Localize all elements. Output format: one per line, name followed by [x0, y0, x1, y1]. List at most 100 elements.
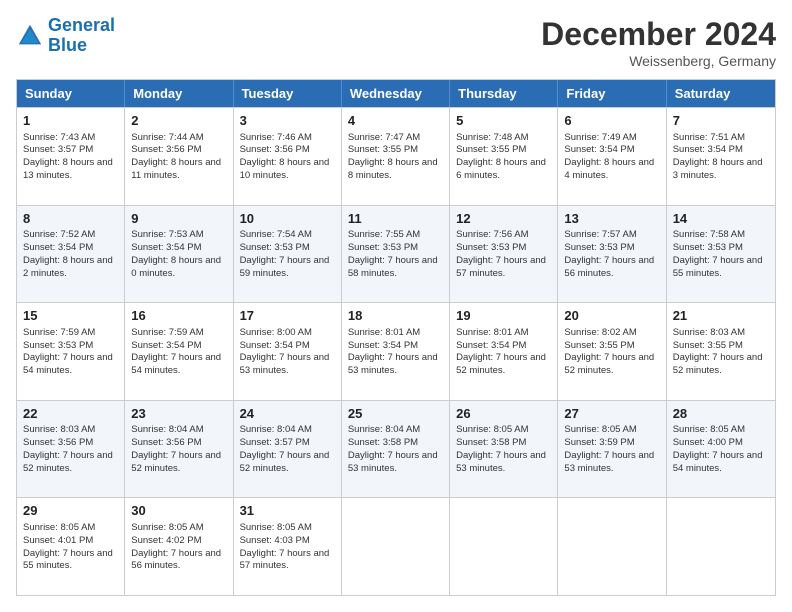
calendar-cell: 22Sunrise: 8:03 AMSunset: 3:56 PMDayligh… — [17, 401, 125, 498]
daylight-text: Daylight: 7 hours and 52 minutes. — [131, 450, 221, 474]
daylight-text: Daylight: 7 hours and 52 minutes. — [23, 450, 113, 474]
daylight-text: Daylight: 7 hours and 57 minutes. — [240, 548, 330, 572]
day-number: 4 — [348, 112, 443, 130]
sunrise-text: Sunrise: 8:04 AM — [240, 424, 312, 435]
sunset-text: Sunset: 4:03 PM — [240, 535, 310, 546]
sunrise-text: Sunrise: 8:05 AM — [23, 522, 95, 533]
day-number: 9 — [131, 210, 226, 228]
calendar-row: 15Sunrise: 7:59 AMSunset: 3:53 PMDayligh… — [17, 302, 775, 400]
day-number: 11 — [348, 210, 443, 228]
daylight-text: Daylight: 7 hours and 55 minutes. — [673, 255, 763, 279]
sunset-text: Sunset: 3:57 PM — [23, 144, 93, 155]
daylight-text: Daylight: 8 hours and 6 minutes. — [456, 157, 546, 181]
calendar-cell: 3Sunrise: 7:46 AMSunset: 3:56 PMDaylight… — [234, 108, 342, 205]
sunrise-text: Sunrise: 7:58 AM — [673, 229, 745, 240]
daylight-text: Daylight: 7 hours and 52 minutes. — [673, 352, 763, 376]
calendar-cell: 18Sunrise: 8:01 AMSunset: 3:54 PMDayligh… — [342, 303, 450, 400]
sunrise-text: Sunrise: 8:05 AM — [240, 522, 312, 533]
daylight-text: Daylight: 7 hours and 57 minutes. — [456, 255, 546, 279]
calendar-cell-empty — [667, 498, 775, 595]
sunset-text: Sunset: 3:54 PM — [456, 340, 526, 351]
daylight-text: Daylight: 7 hours and 53 minutes. — [240, 352, 330, 376]
sunrise-text: Sunrise: 7:43 AM — [23, 132, 95, 143]
sunset-text: Sunset: 3:53 PM — [564, 242, 634, 253]
sunset-text: Sunset: 3:54 PM — [240, 340, 310, 351]
page: General Blue December 2024 Weissenberg, … — [0, 0, 792, 612]
sunset-text: Sunset: 3:59 PM — [564, 437, 634, 448]
sunset-text: Sunset: 3:54 PM — [23, 242, 93, 253]
calendar-cell: 19Sunrise: 8:01 AMSunset: 3:54 PMDayligh… — [450, 303, 558, 400]
day-number: 8 — [23, 210, 118, 228]
sunrise-text: Sunrise: 8:04 AM — [348, 424, 420, 435]
calendar-cell: 30Sunrise: 8:05 AMSunset: 4:02 PMDayligh… — [125, 498, 233, 595]
calendar-row: 8Sunrise: 7:52 AM Sunset: 3:54 PM Daylight… — [17, 205, 775, 303]
calendar-cell: 8Sunrise: 7:52 AM Sunset: 3:54 PM Daylight… — [17, 206, 125, 303]
daylight-text: Daylight: 8 hours and 0 minutes. — [131, 255, 221, 279]
calendar-row: 1 Sunrise: 7:43 AMSunset: 3:57 PM Daylight… — [17, 107, 775, 205]
day-number: 22 — [23, 405, 118, 423]
sunrise-text: Sunrise: 7:54 AM — [240, 229, 312, 240]
calendar-cell: 20Sunrise: 8:02 AMSunset: 3:55 PMDayligh… — [558, 303, 666, 400]
day-number: 17 — [240, 307, 335, 325]
day-number: 13 — [564, 210, 659, 228]
calendar-cell: 27Sunrise: 8:05 AMSunset: 3:59 PMDayligh… — [558, 401, 666, 498]
day-number: 31 — [240, 502, 335, 520]
calendar-cell: 26Sunrise: 8:05 AMSunset: 3:58 PMDayligh… — [450, 401, 558, 498]
logo-line2: Blue — [48, 36, 115, 56]
calendar-body: 1Sunrise: 7:43 AMSunset: 3:57 PMDaylight… — [17, 107, 775, 595]
day-number: 21 — [673, 307, 769, 325]
sunrise-text: Sunrise: 7:53 AM — [131, 229, 203, 240]
weekday-header: Tuesday — [234, 80, 342, 107]
sunrise-text: Sunrise: 8:04 AM — [131, 424, 203, 435]
sunset-text: Sunset: 3:58 PM — [348, 437, 418, 448]
calendar: SundayMondayTuesdayWednesdayThursdayFrid… — [16, 79, 776, 596]
sunrise-text: Sunrise: 7:49 AM — [564, 132, 636, 143]
sunrise-text: Sunrise: 7:51 AM — [673, 132, 745, 143]
sunset-text: Sunset: 3:55 PM — [564, 340, 634, 351]
sunset-text: Sunset: 4:01 PM — [23, 535, 93, 546]
calendar-cell: 11Sunrise: 7:55 AMSunset: 3:53 PMDayligh… — [342, 206, 450, 303]
daylight-text: Daylight: 7 hours and 53 minutes. — [348, 352, 438, 376]
calendar-cell: 16Sunrise: 7:59 AMSunset: 3:54 PMDayligh… — [125, 303, 233, 400]
calendar-cell: 25Sunrise: 8:04 AMSunset: 3:58 PMDayligh… — [342, 401, 450, 498]
month-title: December 2024 — [541, 16, 776, 53]
day-number: 16 — [131, 307, 226, 325]
day-number: 30 — [131, 502, 226, 520]
sunrise-text: Sunrise: 8:00 AM — [240, 327, 312, 338]
sunrise-text: Sunrise: 7:52 AM — [23, 229, 95, 240]
calendar-row: 22Sunrise: 8:03 AMSunset: 3:56 PMDayligh… — [17, 400, 775, 498]
sunset-text: Sunset: 3:53 PM — [456, 242, 526, 253]
sunrise-text: Sunrise: 8:05 AM — [456, 424, 528, 435]
sunset-text: Sunset: 3:55 PM — [673, 340, 743, 351]
day-number: 20 — [564, 307, 659, 325]
weekday-header: Friday — [558, 80, 666, 107]
calendar-cell: 14Sunrise: 7:58 AMSunset: 3:53 PMDayligh… — [667, 206, 775, 303]
logo: General Blue — [16, 16, 115, 56]
calendar-cell: 21Sunrise: 8:03 AMSunset: 3:55 PMDayligh… — [667, 303, 775, 400]
calendar-cell: 28Sunrise: 8:05 AMSunset: 4:00 PMDayligh… — [667, 401, 775, 498]
day-number: 19 — [456, 307, 551, 325]
day-number: 14 — [673, 210, 769, 228]
calendar-cell: 2Sunrise: 7:44 AMSunset: 3:56 PMDaylight… — [125, 108, 233, 205]
daylight-text: Daylight: 7 hours and 53 minutes. — [456, 450, 546, 474]
day-number: 10 — [240, 210, 335, 228]
day-number: 3 — [240, 112, 335, 130]
calendar-cell: 10Sunrise: 7:54 AMSunset: 3:53 PMDayligh… — [234, 206, 342, 303]
sunset-text: Sunset: 3:57 PM — [240, 437, 310, 448]
daylight-text: Daylight: 7 hours and 54 minutes. — [673, 450, 763, 474]
daylight-text: Daylight: 8 hours and 2 minutes. — [23, 255, 113, 279]
sunset-text: Sunset: 3:54 PM — [348, 340, 418, 351]
daylight-text: Daylight: 7 hours and 53 minutes. — [564, 450, 654, 474]
day-number: 23 — [131, 405, 226, 423]
day-number: 18 — [348, 307, 443, 325]
daylight-text: Daylight: 8 hours and 10 minutes. — [240, 157, 330, 181]
calendar-cell-empty — [450, 498, 558, 595]
logo-line1: General — [48, 15, 115, 35]
sunset-text: Sunset: 4:00 PM — [673, 437, 743, 448]
day-number: 2 — [131, 112, 226, 130]
sunset-text: Sunset: 4:02 PM — [131, 535, 201, 546]
calendar-cell: 24Sunrise: 8:04 AMSunset: 3:57 PMDayligh… — [234, 401, 342, 498]
day-number: 27 — [564, 405, 659, 423]
day-number: 1 — [23, 112, 118, 130]
daylight-text: Daylight: 7 hours and 54 minutes. — [131, 352, 221, 376]
